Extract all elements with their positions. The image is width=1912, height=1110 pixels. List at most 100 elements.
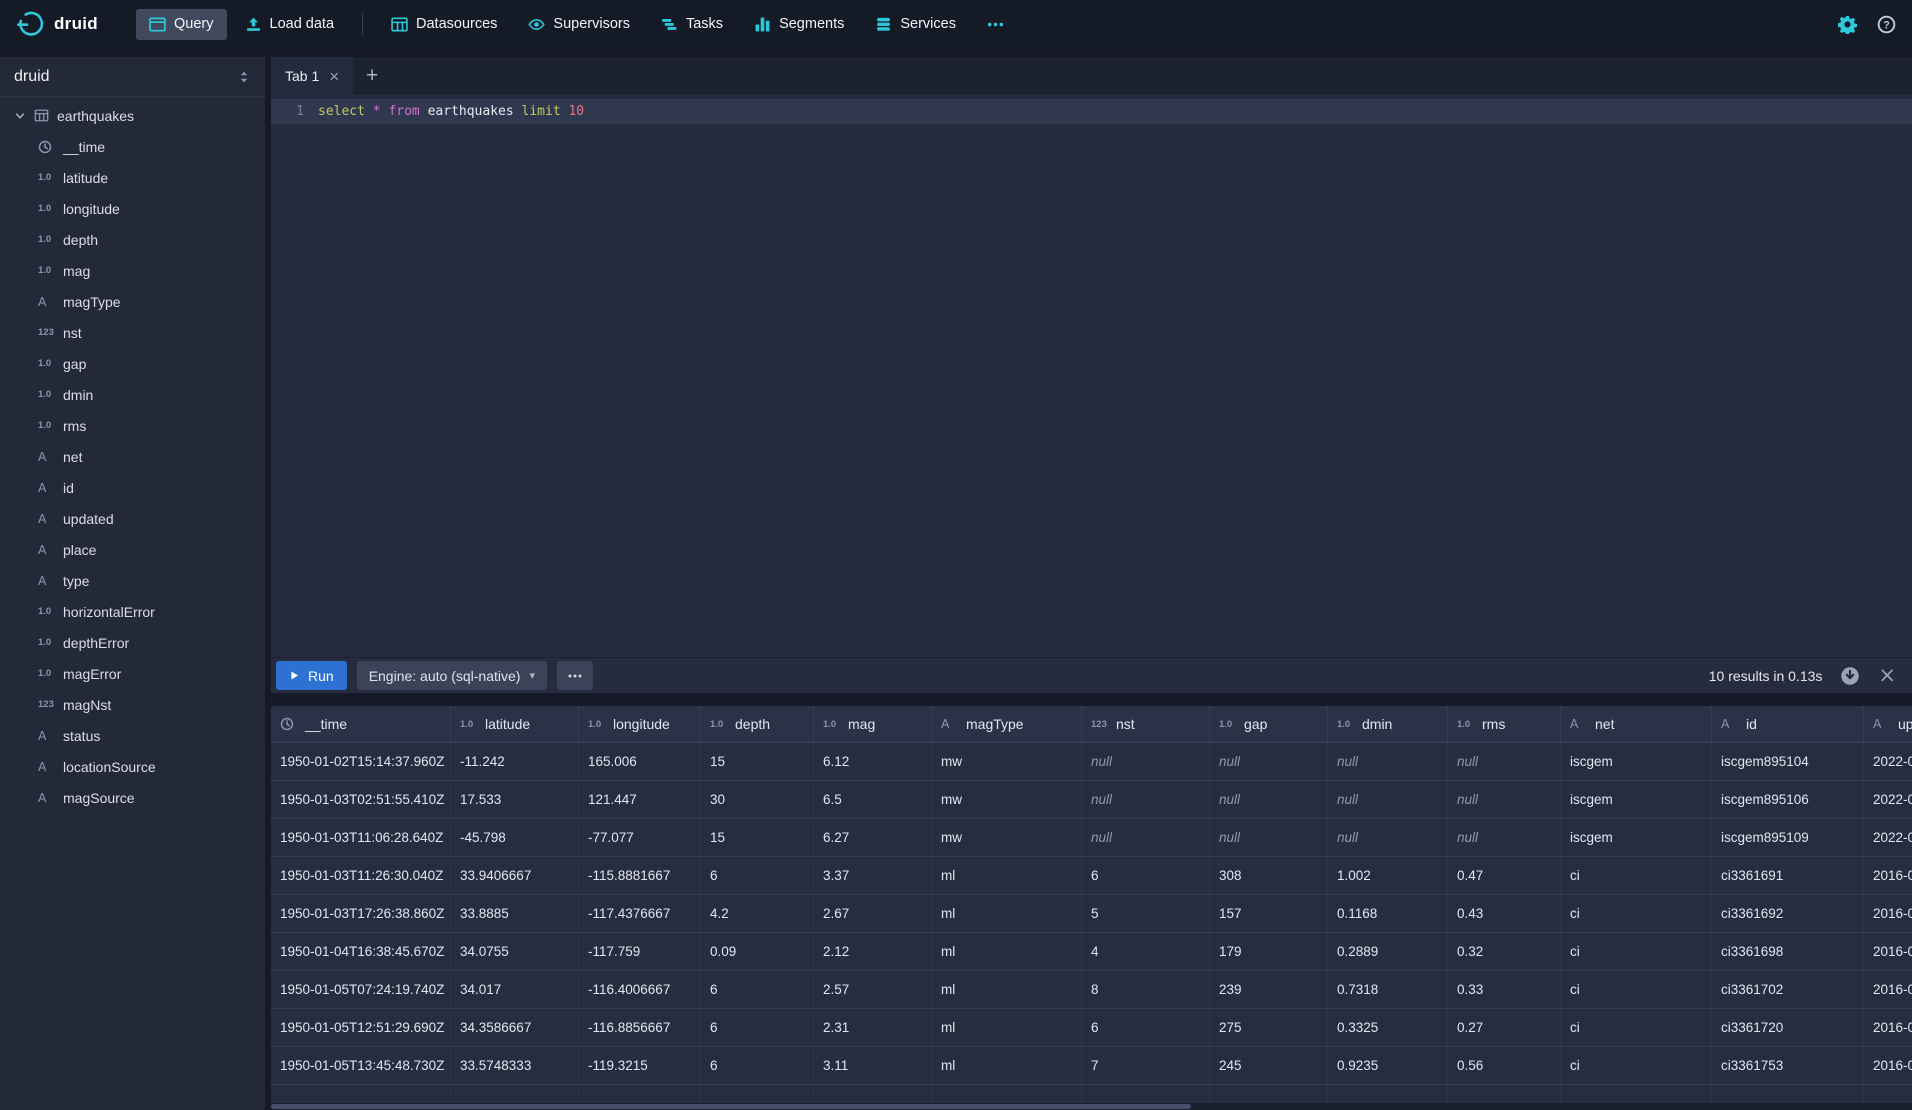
table-cell[interactable] xyxy=(1864,1085,1912,1103)
column-item-depthError[interactable]: 1.0depthError xyxy=(0,627,265,658)
column-item-gap[interactable]: 1.0gap xyxy=(0,348,265,379)
table-cell[interactable]: null xyxy=(1448,781,1561,818)
table-cell[interactable] xyxy=(701,1085,814,1103)
table-cell[interactable]: ci xyxy=(1561,971,1712,1008)
table-cell[interactable]: ci3361702 xyxy=(1712,971,1864,1008)
table-cell[interactable]: 6 xyxy=(1082,1009,1210,1046)
table-cell[interactable]: 0.33 xyxy=(1448,971,1561,1008)
table-cell[interactable]: 179 xyxy=(1210,933,1328,970)
table-cell[interactable]: null xyxy=(1328,819,1448,856)
table-cell[interactable] xyxy=(1210,1085,1328,1103)
table-cell[interactable]: 6 xyxy=(701,1047,814,1084)
table-cell[interactable]: null xyxy=(1082,819,1210,856)
table-cell[interactable]: 2022-0 xyxy=(1864,819,1912,856)
settings-gear-icon[interactable] xyxy=(1838,15,1857,34)
table-cell[interactable]: 7 xyxy=(1082,1047,1210,1084)
table-cell[interactable]: 1950-01-05T12:51:29.690Z xyxy=(271,1009,451,1046)
table-cell[interactable]: -115.8881667 xyxy=(579,857,701,894)
horizontal-scrollbar[interactable] xyxy=(271,1103,1912,1110)
table-cell[interactable]: null xyxy=(1448,743,1561,780)
column-item-updated[interactable]: Aupdated xyxy=(0,503,265,534)
table-cell[interactable]: 0.3325 xyxy=(1328,1009,1448,1046)
table-cell[interactable]: 8 xyxy=(1082,971,1210,1008)
table-cell[interactable]: 2016-0 xyxy=(1864,1047,1912,1084)
table-cell[interactable]: mw xyxy=(932,743,1082,780)
column-item-status[interactable]: Astatus xyxy=(0,720,265,751)
table-cell[interactable]: iscgem xyxy=(1561,819,1712,856)
table-cell[interactable]: 1.002 xyxy=(1328,857,1448,894)
table-cell[interactable]: null xyxy=(1210,743,1328,780)
table-cell[interactable]: mw xyxy=(932,819,1082,856)
table-cell[interactable]: -77.077 xyxy=(579,819,701,856)
table-cell[interactable]: 1950-01-03T11:06:28.640Z xyxy=(271,819,451,856)
table-cell[interactable]: 2.12 xyxy=(814,933,932,970)
table-cell[interactable]: 2016-0 xyxy=(1864,895,1912,932)
column-header-upd[interactable]: Aupd xyxy=(1864,706,1912,742)
table-cell[interactable]: 2.57 xyxy=(814,971,932,1008)
table-cell[interactable]: -45.798 xyxy=(451,819,579,856)
table-cell[interactable]: 15 xyxy=(701,819,814,856)
nav-item-query[interactable]: Query xyxy=(136,9,227,40)
table-cell[interactable]: 3.37 xyxy=(814,857,932,894)
table-cell[interactable]: null xyxy=(1328,781,1448,818)
table-cell[interactable]: 275 xyxy=(1210,1009,1328,1046)
engine-select[interactable]: Engine: auto (sql-native) ▾ xyxy=(357,661,547,690)
table-cell[interactable]: 0.1168 xyxy=(1328,895,1448,932)
table-cell[interactable]: 308 xyxy=(1210,857,1328,894)
table-cell[interactable]: 0.47 xyxy=(1448,857,1561,894)
table-cell[interactable]: 3.11 xyxy=(814,1047,932,1084)
column-item-net[interactable]: Anet xyxy=(0,441,265,472)
tab-close-icon[interactable]: × xyxy=(329,68,339,85)
table-cell[interactable]: 6 xyxy=(1082,857,1210,894)
column-item-rms[interactable]: 1.0rms xyxy=(0,410,265,441)
scrollbar-thumb[interactable] xyxy=(271,1104,1191,1109)
table-cell[interactable]: ci3361692 xyxy=(1712,895,1864,932)
column-item-horizontalError[interactable]: 1.0horizontalError xyxy=(0,596,265,627)
table-cell[interactable]: 0.7318 xyxy=(1328,971,1448,1008)
table-cell[interactable]: 2022-0 xyxy=(1864,781,1912,818)
table-cell[interactable]: null xyxy=(1210,781,1328,818)
column-header-dmin[interactable]: 1.0dmin xyxy=(1328,706,1448,742)
table-cell[interactable]: -117.4376667 xyxy=(579,895,701,932)
table-cell[interactable]: 5 xyxy=(1082,895,1210,932)
table-cell[interactable]: 2022-0 xyxy=(1864,743,1912,780)
column-item-place[interactable]: Aplace xyxy=(0,534,265,565)
add-tab-button[interactable]: + xyxy=(353,57,391,95)
table-cell[interactable] xyxy=(271,1085,451,1103)
table-cell[interactable]: ci3361753 xyxy=(1712,1047,1864,1084)
column-item-magType[interactable]: AmagType xyxy=(0,286,265,317)
table-cell[interactable]: 0.56 xyxy=(1448,1047,1561,1084)
table-cell[interactable]: 0.43 xyxy=(1448,895,1561,932)
table-cell[interactable]: 0.2889 xyxy=(1328,933,1448,970)
table-cell[interactable]: ml xyxy=(932,1047,1082,1084)
table-cell[interactable] xyxy=(1712,1085,1864,1103)
column-header-latitude[interactable]: 1.0latitude xyxy=(451,706,579,742)
table-cell[interactable]: 2016-0 xyxy=(1864,933,1912,970)
download-results-icon[interactable] xyxy=(1840,666,1860,686)
column-item-depth[interactable]: 1.0depth xyxy=(0,224,265,255)
help-icon[interactable]: ? xyxy=(1877,15,1896,34)
table-cell[interactable]: 165.006 xyxy=(579,743,701,780)
table-cell[interactable]: 0.32 xyxy=(1448,933,1561,970)
table-cell[interactable]: -119.3215 xyxy=(579,1047,701,1084)
sql-editor[interactable]: 1 select * from earthquakes limit 10 xyxy=(271,95,1912,657)
table-cell[interactable]: iscgem895104 xyxy=(1712,743,1864,780)
table-cell[interactable] xyxy=(1561,1085,1712,1103)
table-cell[interactable]: ci3361720 xyxy=(1712,1009,1864,1046)
table-cell[interactable]: 121.447 xyxy=(579,781,701,818)
column-item-__time[interactable]: __time xyxy=(0,131,265,162)
double-caret-icon[interactable] xyxy=(237,70,251,84)
table-cell[interactable]: 1950-01-04T16:38:45.670Z xyxy=(271,933,451,970)
column-item-magSource[interactable]: AmagSource xyxy=(0,782,265,813)
column-header-depth[interactable]: 1.0depth xyxy=(701,706,814,742)
table-cell[interactable]: ci3361698 xyxy=(1712,933,1864,970)
column-item-nst[interactable]: 123nst xyxy=(0,317,265,348)
table-cell[interactable]: 6 xyxy=(701,971,814,1008)
table-cell[interactable]: 2.31 xyxy=(814,1009,932,1046)
table-cell[interactable]: null xyxy=(1082,743,1210,780)
column-header-magType[interactable]: AmagType xyxy=(932,706,1082,742)
column-header-__time[interactable]: __time xyxy=(271,706,451,742)
column-item-magNst[interactable]: 123magNst xyxy=(0,689,265,720)
table-cell[interactable]: ml xyxy=(932,933,1082,970)
table-cell[interactable]: 1950-01-03T11:26:30.040Z xyxy=(271,857,451,894)
